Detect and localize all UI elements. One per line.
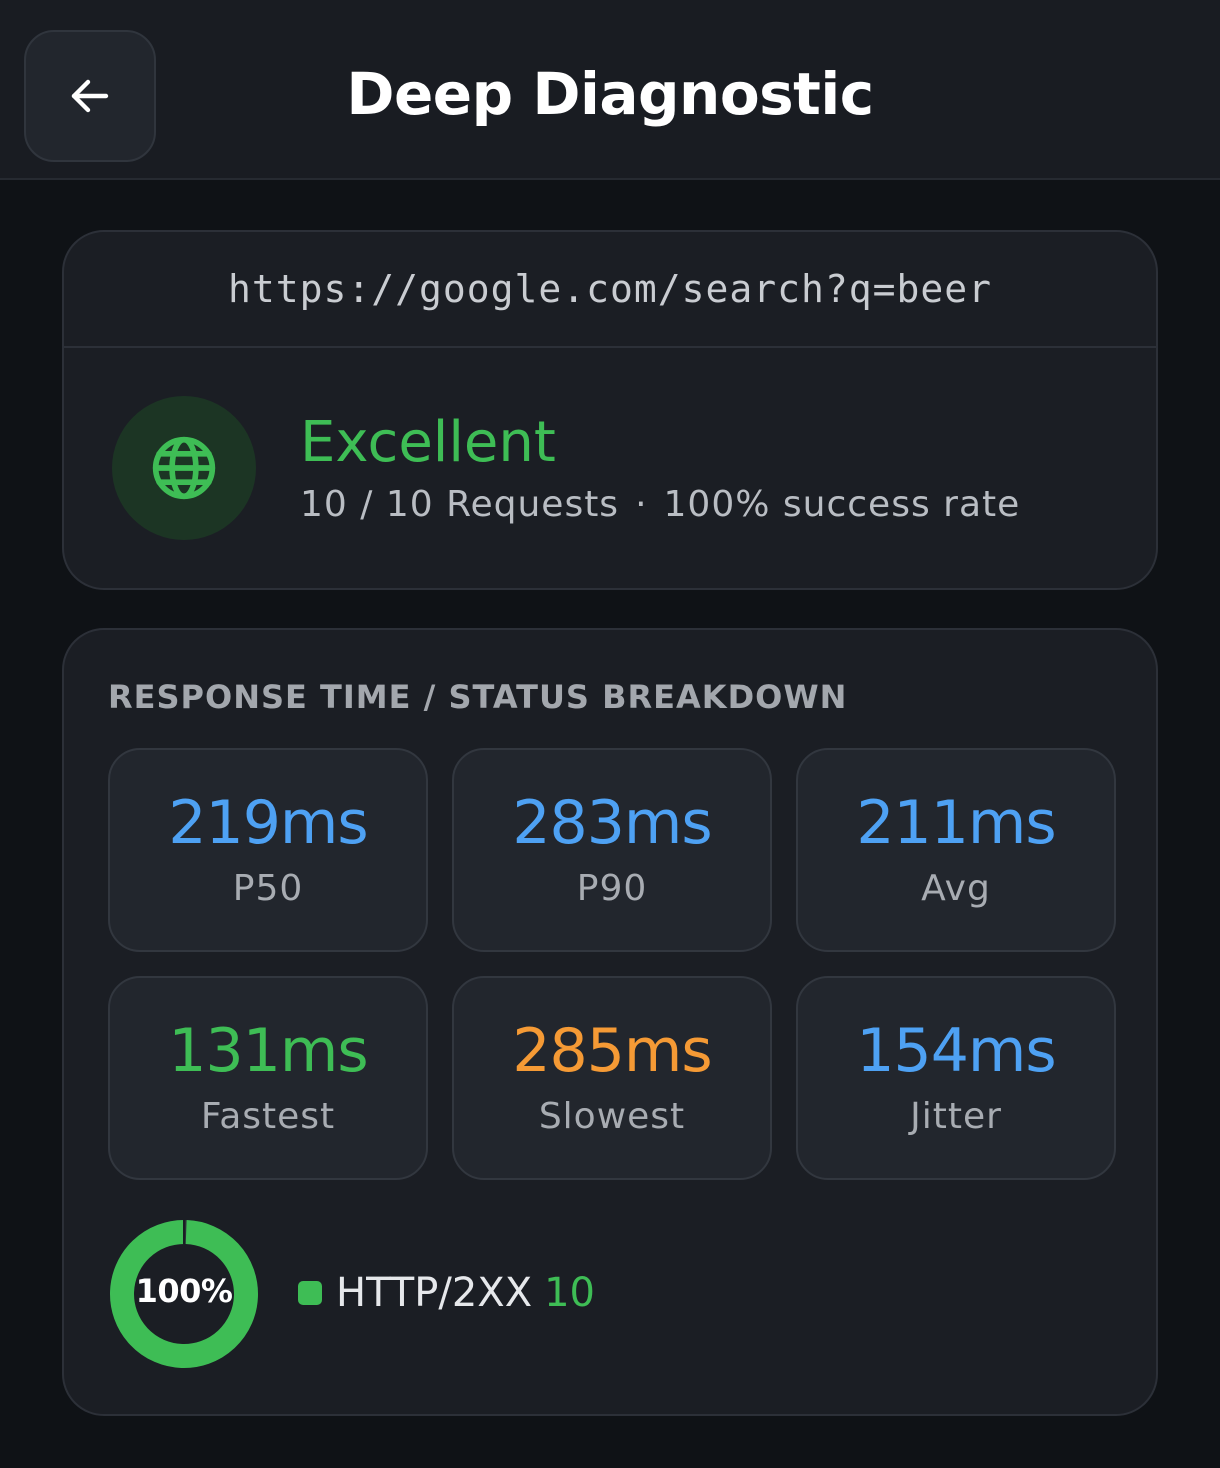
globe-badge	[112, 396, 256, 540]
status-legend: HTTP/2XX 10	[298, 1270, 595, 1316]
section-heading: RESPONSE TIME / STATUS BREAKDOWN	[108, 678, 848, 716]
metric-slowest: 285ms Slowest	[452, 976, 772, 1180]
legend-status-name: HTTP/2XX	[336, 1270, 533, 1316]
metric-value: 219ms	[168, 788, 368, 858]
success-rate: 100% success rate	[663, 484, 1021, 525]
metric-label: Slowest	[538, 1096, 686, 1137]
metric-label: Jitter	[910, 1096, 1002, 1137]
donut-percent-label: 100%	[135, 1272, 233, 1310]
status-label: Excellent	[300, 410, 556, 475]
metric-value: 211ms	[856, 788, 1056, 858]
page-title: Deep Diagnostic	[346, 60, 874, 128]
globe-icon	[152, 436, 216, 500]
metric-label: P50	[232, 868, 304, 909]
legend-swatch-2xx	[298, 1281, 322, 1305]
top-bar: Deep Diagnostic	[0, 0, 1220, 180]
status-summary: Excellent 10 / 10 Requests · 100% success …	[64, 348, 1156, 588]
status-donut-chart: 100%	[108, 1218, 260, 1370]
metric-p90: 283ms P90	[452, 748, 772, 952]
metric-value: 154ms	[856, 1016, 1056, 1086]
metric-value: 131ms	[168, 1016, 368, 1086]
requests-count: 10 / 10 Requests	[300, 484, 620, 525]
metric-p50: 219ms P50	[108, 748, 428, 952]
legend-status-count: 10	[544, 1270, 595, 1316]
target-summary-card: https://google.com/search?q=beer Excelle…	[62, 230, 1158, 590]
metric-label: Avg	[921, 868, 991, 909]
metric-value: 285ms	[512, 1016, 712, 1086]
metric-jitter: 154ms Jitter	[796, 976, 1116, 1180]
metric-fastest: 131ms Fastest	[108, 976, 428, 1180]
metric-avg: 211ms Avg	[796, 748, 1116, 952]
metric-label: P90	[576, 868, 648, 909]
status-details: 10 / 10 Requests · 100% success rate	[300, 484, 1020, 525]
target-url[interactable]: https://google.com/search?q=beer	[64, 232, 1156, 348]
metric-value: 283ms	[512, 788, 712, 858]
metrics-card: RESPONSE TIME / STATUS BREAKDOWN 219ms P…	[62, 628, 1158, 1416]
metric-label: Fastest	[200, 1096, 336, 1137]
separator-dot: ·	[635, 484, 648, 525]
